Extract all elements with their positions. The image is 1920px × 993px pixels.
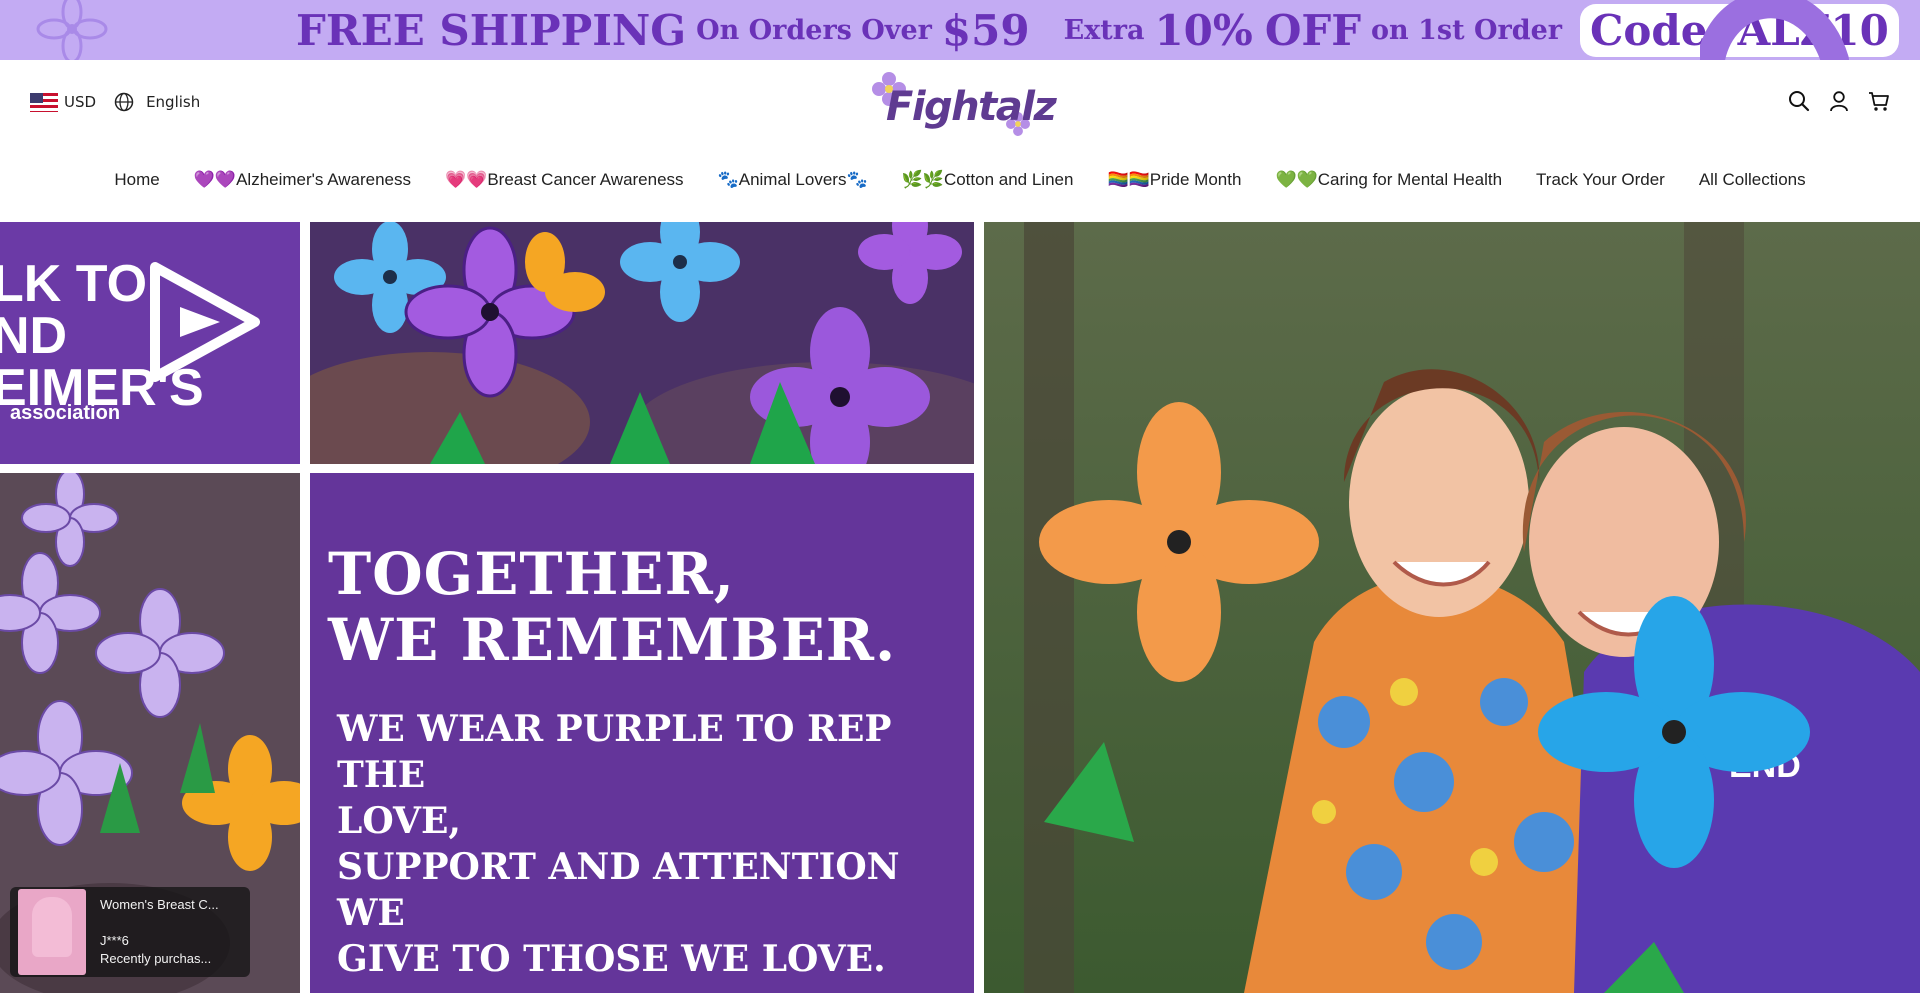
two-women-with-pinwheels-image: LK END [984, 222, 1920, 993]
walk-arrow-icon [150, 262, 260, 382]
header-actions [1788, 90, 1890, 112]
hero-headline: TOGETHER, WE REMEMBER. [328, 541, 896, 673]
nav-mental-health[interactable]: 💚💚Caring for Mental Health [1275, 170, 1502, 190]
promo-extra: Extra [1063, 14, 1145, 46]
nav-track-order[interactable]: Track Your Order [1536, 170, 1665, 190]
promo-first-order: on 1st Order [1371, 14, 1562, 46]
nav-cotton-and-linen[interactable]: 🌿🌿Cotton and Linen [902, 170, 1074, 190]
hero-banner[interactable]: LK TO ND EIMER'S association TOGETHER, W… [0, 222, 1920, 993]
pinwheel-flowers-image [310, 222, 974, 464]
hero-body: WE WEAR PURPLE TO REP THE LOVE, SUPPORT … [337, 706, 967, 982]
walk-logo-tile: LK TO ND EIMER'S association [0, 222, 300, 464]
currency-label[interactable]: USD [64, 93, 96, 111]
promo-off: OFF [1264, 5, 1362, 55]
nav-animal-lovers[interactable]: 🐾Animal Lovers🐾 [718, 170, 868, 190]
hero-body-line1: WE WEAR PURPLE TO REP THE [337, 708, 892, 796]
purchase-status: Recently purchas... [100, 951, 212, 966]
association-text: association [10, 402, 121, 424]
nav-home[interactable]: Home [114, 170, 159, 190]
logo-text: Fightalz [886, 84, 1057, 130]
promo-free-shipping: FREE SHIPPING [296, 5, 687, 55]
purchase-product-name: Women's Breast C... [100, 897, 219, 912]
main-nav: Home 💜💜Alzheimer's Awareness 💗💗Breast Ca… [0, 170, 1920, 190]
promo-threshold: $59 [941, 5, 1030, 55]
promo-orders-over: On Orders Over [696, 14, 932, 46]
promo-text: FREE SHIPPING On Orders Over $59 Extra 1… [296, 3, 1899, 57]
language-label[interactable]: English [146, 93, 200, 111]
purchase-info: Women's Breast C... J***6 Recently purch… [100, 896, 240, 968]
locale-selector[interactable]: USD English [30, 92, 200, 112]
announcement-bar: FREE SHIPPING On Orders Over $59 Extra 1… [0, 0, 1920, 60]
hero-headline-line1: TOGETHER, [328, 540, 735, 608]
nav-alzheimers-awareness[interactable]: 💜💜Alzheimer's Awareness [194, 170, 411, 190]
promo-percent: 10% [1154, 5, 1253, 55]
cart-icon[interactable] [1868, 90, 1890, 112]
pinwheels-photo-top [310, 222, 974, 464]
hero-headline-line2: WE REMEMBER. [328, 606, 897, 674]
hero-body-line3: SUPPORT AND ATTENTION WE [337, 846, 900, 934]
globe-icon [114, 92, 134, 112]
search-icon[interactable] [1788, 90, 1810, 112]
account-icon[interactable] [1828, 90, 1850, 112]
recent-purchase-popup[interactable]: Women's Breast C... J***6 Recently purch… [10, 887, 250, 977]
nav-pride-month[interactable]: 🏳️‍🌈🏳️‍🌈Pride Month [1107, 170, 1241, 190]
hero-body-line2: LOVE, [337, 800, 461, 842]
hero-photo: LK END [984, 222, 1920, 993]
purchase-buyer: J***6 [100, 933, 129, 948]
site-logo[interactable]: Fightalz [872, 66, 1057, 140]
nav-all-collections[interactable]: All Collections [1699, 170, 1806, 190]
product-thumbnail [18, 889, 86, 975]
us-flag-icon [30, 92, 58, 112]
ribbon-decoration-icon [1700, 0, 1849, 60]
hero-body-line4: GIVE TO THOSE WE LOVE. [337, 938, 886, 980]
headline-tile: TOGETHER, WE REMEMBER. WE WEAR PURPLE TO… [310, 473, 974, 993]
nav-breast-cancer-awareness[interactable]: 💗💗Breast Cancer Awareness [445, 170, 684, 190]
site-header: USD English Fightalz [0, 60, 1920, 150]
flower-decoration-icon [36, 0, 108, 60]
